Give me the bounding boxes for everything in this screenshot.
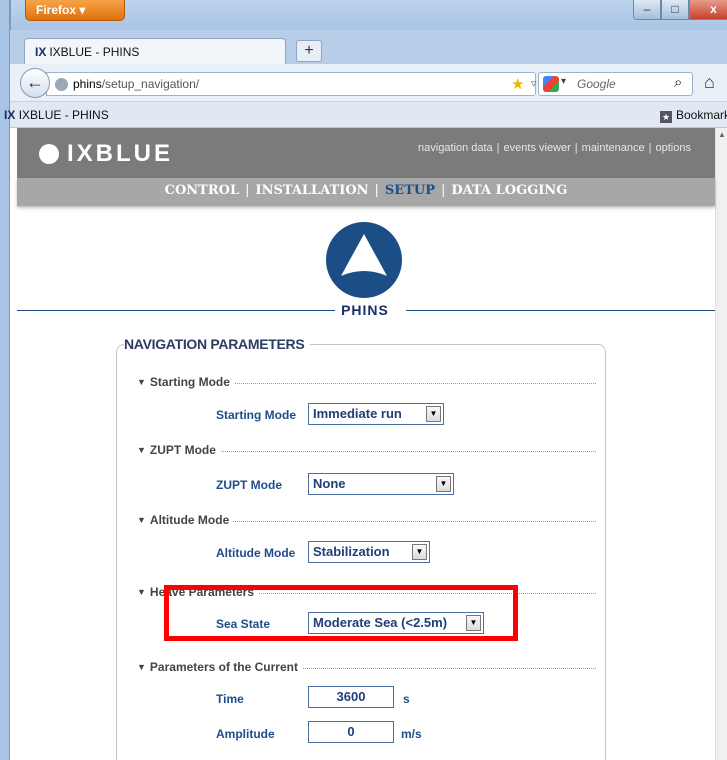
time-unit: s — [403, 692, 410, 706]
collapse-triangle-icon: ▼ — [137, 662, 146, 672]
tab-strip: IX IXBLUE - PHINS + — [10, 30, 727, 64]
firefox-menu-button[interactable]: Firefox ▾ — [25, 0, 125, 21]
main-nav: CONTROL | INSTALLATION | SETUP | DATA LOGGING — [164, 183, 568, 198]
collapse-triangle-icon: ▼ — [137, 515, 146, 525]
bookmark-item-label: IXBLUE - PHINS — [18, 108, 109, 122]
collapse-triangle-icon: ▼ — [137, 377, 146, 387]
google-icon[interactable] — [543, 76, 559, 92]
bookmarks-icon: ★ — [660, 111, 672, 123]
altitude-mode-select[interactable]: Stabilization ▼ — [308, 541, 430, 563]
dropdown-arrow-icon: ▼ — [426, 406, 441, 422]
collapse-triangle-icon: ▼ — [137, 445, 146, 455]
browser-tab[interactable]: IX IXBLUE - PHINS — [24, 38, 286, 64]
amplitude-label: Amplitude — [216, 727, 275, 741]
amplitude-input[interactable]: 0 — [308, 721, 394, 743]
starting-mode-value: Immediate run — [313, 406, 402, 421]
tab-favicon-icon: IX — [35, 45, 47, 59]
tab-title: IXBLUE - PHINS — [49, 45, 140, 59]
scroll-up-arrow-icon[interactable]: ▲ — [716, 128, 727, 142]
url-host: phins — [73, 77, 102, 91]
nav-control[interactable]: CONTROL — [165, 183, 240, 198]
nav-setup[interactable]: SETUP — [385, 183, 435, 198]
panel-title: NAVIGATION PARAMETERS — [124, 336, 311, 352]
section-current-parameters[interactable]: ▼ Parameters of the Current — [137, 660, 302, 674]
main-nav-bar: CONTROL | INSTALLATION | SETUP | DATA LOGGING — [17, 178, 715, 206]
navigation-toolbar: phins/setup_navigation/ ★ ▿ C ← ▾ Google… — [10, 64, 727, 102]
zupt-mode-value: None — [313, 476, 346, 491]
top-links: navigation data | events viewer | maintenanc… — [418, 142, 691, 154]
back-button[interactable]: ← — [20, 68, 50, 98]
divider-line-left — [17, 310, 335, 311]
url-history-dropdown-icon[interactable]: ▿ — [531, 77, 537, 90]
url-path: /setup_navigation/ — [101, 77, 200, 91]
starting-mode-select[interactable]: Immediate run ▼ — [308, 403, 444, 425]
time-input[interactable]: 3600 — [308, 686, 394, 708]
divider-line-right — [406, 310, 715, 311]
dropdown-arrow-icon: ▼ — [436, 476, 451, 492]
section-heave-parameters[interactable]: ▼ Heave Parameters — [137, 585, 258, 599]
bookmark-favicon-icon: IX — [4, 108, 16, 122]
close-button[interactable]: x — [689, 0, 727, 20]
collapse-triangle-icon: ▼ — [137, 587, 146, 597]
sea-state-select[interactable]: Moderate Sea (<2.5m) ▼ — [308, 612, 484, 634]
bookmark-star-icon[interactable]: ★ — [511, 75, 524, 93]
zupt-mode-label: ZUPT Mode — [216, 478, 282, 492]
search-engine-dropdown-icon[interactable]: ▾ — [561, 76, 566, 87]
nav-installation[interactable]: INSTALLATION — [256, 183, 369, 198]
section-zupt-mode[interactable]: ▼ ZUPT Mode — [137, 443, 220, 457]
zupt-mode-select[interactable]: None ▼ — [308, 473, 454, 495]
home-icon[interactable]: ⌂ — [704, 72, 715, 93]
vertical-scrollbar[interactable]: ▲ — [715, 128, 727, 760]
url-bar[interactable]: phins/setup_navigation/ ★ ▿ C — [46, 72, 566, 96]
altitude-mode-label: Altitude Mode — [216, 546, 296, 560]
sea-state-label: Sea State — [216, 617, 271, 631]
amplitude-unit: m/s — [401, 727, 422, 741]
bookmark-item[interactable]: IX IXBLUE - PHINS — [4, 108, 109, 122]
sea-state-value: Moderate Sea (<2.5m) — [313, 615, 448, 630]
altitude-mode-value: Stabilization — [313, 544, 390, 559]
logo-text: IXBLUE — [67, 140, 174, 167]
bookmarks-toolbar: IX IXBLUE - PHINS ★ Bookmarks — [4, 102, 727, 128]
maximize-button[interactable]: □ — [661, 0, 689, 20]
site-header: IXBLUE navigation data | events viewer | mai… — [17, 128, 715, 178]
starting-mode-label: Starting Mode — [216, 408, 296, 422]
link-events-viewer[interactable]: events viewer — [504, 142, 571, 154]
section-altitude-mode[interactable]: ▼ Altitude Mode — [137, 513, 234, 527]
link-navigation-data[interactable]: navigation data — [418, 142, 493, 154]
time-label: Time — [216, 692, 244, 706]
globe-icon — [55, 78, 68, 91]
section-starting-mode[interactable]: ▼ Starting Mode — [137, 375, 234, 389]
bookmarks-menu-label: Bookmarks — [676, 108, 727, 122]
dropdown-arrow-icon: ▼ — [466, 615, 481, 631]
phins-emblem-icon — [326, 222, 402, 298]
dropdown-arrow-icon: ▼ — [412, 544, 427, 560]
search-placeholder: Google — [577, 77, 616, 91]
product-name: PHINS — [341, 302, 389, 318]
nav-data-logging[interactable]: DATA LOGGING — [451, 183, 567, 198]
logo-dot-icon — [39, 144, 59, 164]
search-magnifier-icon[interactable]: ⌕ — [674, 74, 682, 91]
ixblue-logo: IXBLUE — [39, 140, 173, 168]
browser-titlebar: Firefox ▾ – □ x — [10, 0, 727, 30]
minimize-button[interactable]: – — [633, 0, 661, 20]
link-maintenance[interactable]: maintenance — [582, 142, 645, 154]
bookmarks-menu-button[interactable]: ★ Bookmarks — [660, 108, 727, 123]
new-tab-button[interactable]: + — [296, 40, 322, 62]
link-options[interactable]: options — [656, 142, 691, 154]
search-input[interactable]: ▾ Google — [538, 72, 693, 96]
